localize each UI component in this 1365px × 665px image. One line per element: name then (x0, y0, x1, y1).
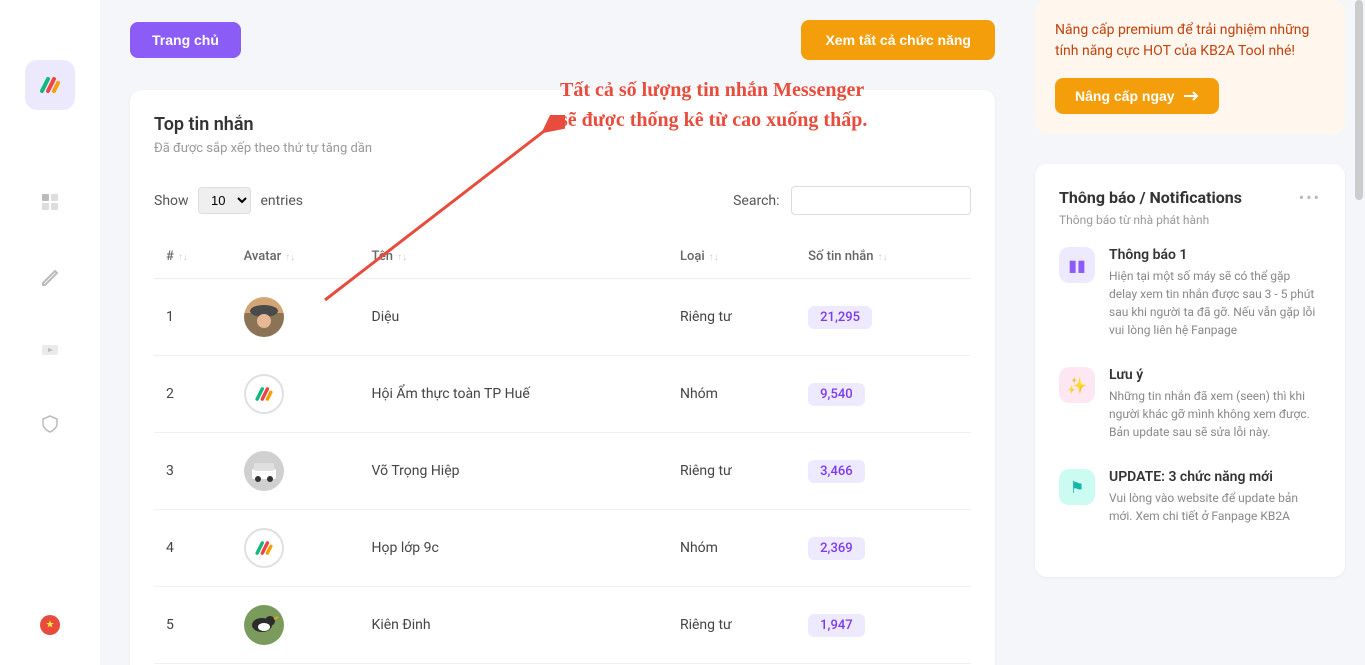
row-name: Võ Trọng Hiệp (360, 433, 668, 510)
row-name: Diệu (360, 279, 668, 356)
col-avatar[interactable]: Avatar↑↓ (232, 235, 360, 279)
notification-item-text: Vui lòng vào website để update bản mới. … (1109, 489, 1321, 525)
row-index: 4 (154, 510, 232, 587)
table-row: 1 Diệu Riêng tư 21,295 (154, 279, 971, 356)
row-type: Riêng tư (668, 279, 796, 356)
show-entries-control: Show 10 entries (154, 187, 303, 214)
notification-item[interactable]: ▮▮ Thông báo 1 Hiện tại một số máy sẽ có… (1059, 247, 1321, 339)
scrollbar[interactable] (1355, 0, 1363, 200)
notification-icon: ▮▮ (1059, 247, 1095, 283)
home-button[interactable]: Trang chủ (130, 22, 241, 58)
notifications-subtitle: Thông báo từ nhà phát hành (1059, 213, 1321, 227)
notification-item-title: Lưu ý (1109, 367, 1321, 383)
row-avatar (232, 279, 360, 356)
row-type: Nhóm (668, 510, 796, 587)
row-avatar (232, 510, 360, 587)
row-count: 2,369 (796, 510, 971, 587)
more-icon[interactable]: ••• (1299, 188, 1321, 207)
row-type: Riêng tư (668, 433, 796, 510)
col-type[interactable]: Loại↑↓ (668, 235, 796, 279)
language-flag-icon[interactable] (40, 615, 60, 635)
row-count: 3,466 (796, 433, 971, 510)
pencil-icon[interactable] (38, 264, 62, 288)
grid-icon[interactable] (38, 190, 62, 214)
row-count: 9,540 (796, 356, 971, 433)
entries-select[interactable]: 10 (198, 187, 251, 214)
card-subtitle: Đã được sắp xếp theo thứ tự tăng dần (154, 141, 971, 156)
row-count: 1,947 (796, 587, 971, 664)
search-input[interactable] (791, 186, 971, 215)
notification-icon: ✨ (1059, 367, 1095, 403)
row-type: Nhóm (668, 356, 796, 433)
row-type: Riêng tư (668, 587, 796, 664)
col-name[interactable]: Tên↑↓ (360, 235, 668, 279)
row-avatar (232, 587, 360, 664)
play-icon[interactable] (38, 338, 62, 362)
row-name: Kiên Đinh (360, 587, 668, 664)
notification-item[interactable]: ✨ Lưu ý Những tin nhắn đã xem (seen) thì… (1059, 367, 1321, 441)
row-avatar (232, 433, 360, 510)
notifications-title: Thông báo / Notifications (1059, 188, 1242, 207)
premium-text: Nâng cấp premium để trải nghiệm những tí… (1055, 20, 1325, 62)
row-index: 1 (154, 279, 232, 356)
notification-item-text: Hiện tại một số máy sẽ có thể gặp delay … (1109, 267, 1321, 339)
table-row: 4 Họp lớp 9c Nhóm 2,369 (154, 510, 971, 587)
row-avatar (232, 356, 360, 433)
notification-item-text: Những tin nhắn đã xem (seen) thì khi ngư… (1109, 387, 1321, 441)
table-row: 2 Hội Ẩm thực toàn TP Huế Nhóm 9,540 (154, 356, 971, 433)
notification-item[interactable]: ⚑ UPDATE: 3 chức năng mới Vui lòng vào w… (1059, 469, 1321, 525)
card-title: Top tin nhắn (154, 114, 971, 135)
row-name: Hội Ẩm thực toàn TP Huế (360, 356, 668, 433)
search-control: Search: (733, 186, 971, 215)
col-count[interactable]: Số tin nhắn↑↓ (796, 235, 971, 279)
row-count: 21,295 (796, 279, 971, 356)
upgrade-button[interactable]: Nâng cấp ngay (1055, 78, 1219, 114)
row-index: 2 (154, 356, 232, 433)
shield-icon[interactable] (38, 412, 62, 436)
notification-item-title: Thông báo 1 (1109, 247, 1321, 263)
row-index: 3 (154, 433, 232, 510)
notification-icon: ⚑ (1059, 469, 1095, 505)
view-all-features-button[interactable]: Xem tất cả chức năng (801, 20, 995, 60)
table-row: 5 Kiên Đinh Riêng tư 1,947 (154, 587, 971, 664)
app-logo[interactable] (25, 60, 75, 110)
row-name: Họp lớp 9c (360, 510, 668, 587)
row-index: 5 (154, 587, 232, 664)
notification-item-title: UPDATE: 3 chức năng mới (1109, 469, 1321, 485)
col-index[interactable]: #↑↓ (154, 235, 232, 279)
table-row: 3 Võ Trọng Hiệp Riêng tư 3,466 (154, 433, 971, 510)
